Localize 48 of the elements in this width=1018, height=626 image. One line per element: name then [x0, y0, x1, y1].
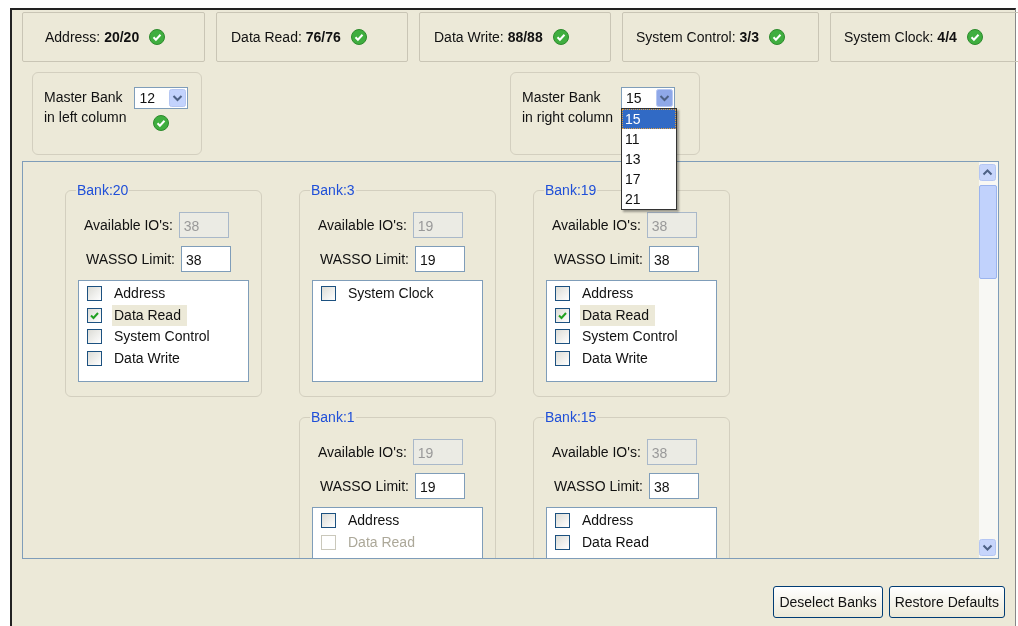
bank-title: Bank:20 [76, 182, 130, 198]
field-label: WASSO Limit: [85, 251, 175, 267]
restore-button[interactable]: Restore Defaults [888, 586, 1005, 618]
wasso-limit-field[interactable]: 38 [180, 246, 231, 272]
master-bank-label: Master Bank in left column [44, 88, 127, 127]
field-label: WASSO Limit: [553, 478, 643, 494]
checkbox-label[interactable]: Data Read [580, 304, 655, 326]
field-label: WASSO Limit: [319, 251, 409, 267]
field-label: WASSO Limit: [553, 251, 643, 267]
field-label: WASSO Limit: [319, 478, 409, 494]
checkbox-label[interactable]: Address [580, 283, 640, 305]
checkbox-label[interactable]: Address [346, 510, 406, 532]
bank-title: Bank:15 [544, 409, 598, 425]
dropdown-option[interactable]: 11 [622, 129, 677, 149]
field-label: Available IO's: [317, 444, 407, 460]
field-label: Available IO's: [551, 444, 641, 460]
status-text: Address: 20/20 [45, 29, 140, 45]
bank-title: Bank:3 [310, 182, 356, 198]
status-text: System Clock: 4/4 [844, 29, 957, 45]
wasso-limit-field[interactable]: 19 [414, 246, 465, 272]
checkbox-label[interactable]: Data Write [112, 347, 186, 369]
dropdown-option[interactable]: 21 [622, 189, 677, 209]
status-text: System Control: 3/3 [636, 29, 759, 45]
checkbox-label[interactable]: Address [580, 510, 640, 532]
checkbox-label[interactable]: System Control [112, 326, 216, 348]
dropdown-option[interactable]: 17 [622, 169, 677, 189]
checkbox-label[interactable]: Data Read [112, 304, 187, 326]
master-bank-label: Master Bank in right column [522, 88, 614, 127]
field-label: Available IO's: [83, 217, 173, 233]
checkbox-label[interactable]: Data Read [580, 531, 655, 553]
dropdown-option[interactable]: 15 [622, 109, 677, 129]
master-bank-dropdown[interactable]: 15 [621, 87, 676, 109]
deselect-button[interactable]: Deselect Banks [773, 586, 883, 618]
checkbox-label[interactable]: Address [112, 283, 172, 305]
status-text: Data Write: 88/88 [434, 29, 543, 45]
bank-title: Bank:1 [310, 409, 356, 425]
wasso-limit-field[interactable]: 38 [648, 246, 699, 272]
bank-title: Bank:19 [544, 182, 598, 198]
checkbox-label[interactable]: System Clock [346, 283, 440, 305]
checkbox-label[interactable]: Data Write [580, 347, 654, 369]
status-text: Data Read: 76/76 [231, 29, 341, 45]
checkbox-label[interactable]: System Control [580, 326, 684, 348]
field-label: Available IO's: [317, 217, 407, 233]
dropdown-option[interactable]: 13 [622, 149, 677, 169]
wasso-limit-field[interactable]: 38 [648, 473, 699, 499]
master-bank-dropdown[interactable]: 12 [134, 87, 189, 109]
field-label: Available IO's: [551, 217, 641, 233]
wasso-limit-field[interactable]: 19 [414, 473, 465, 499]
